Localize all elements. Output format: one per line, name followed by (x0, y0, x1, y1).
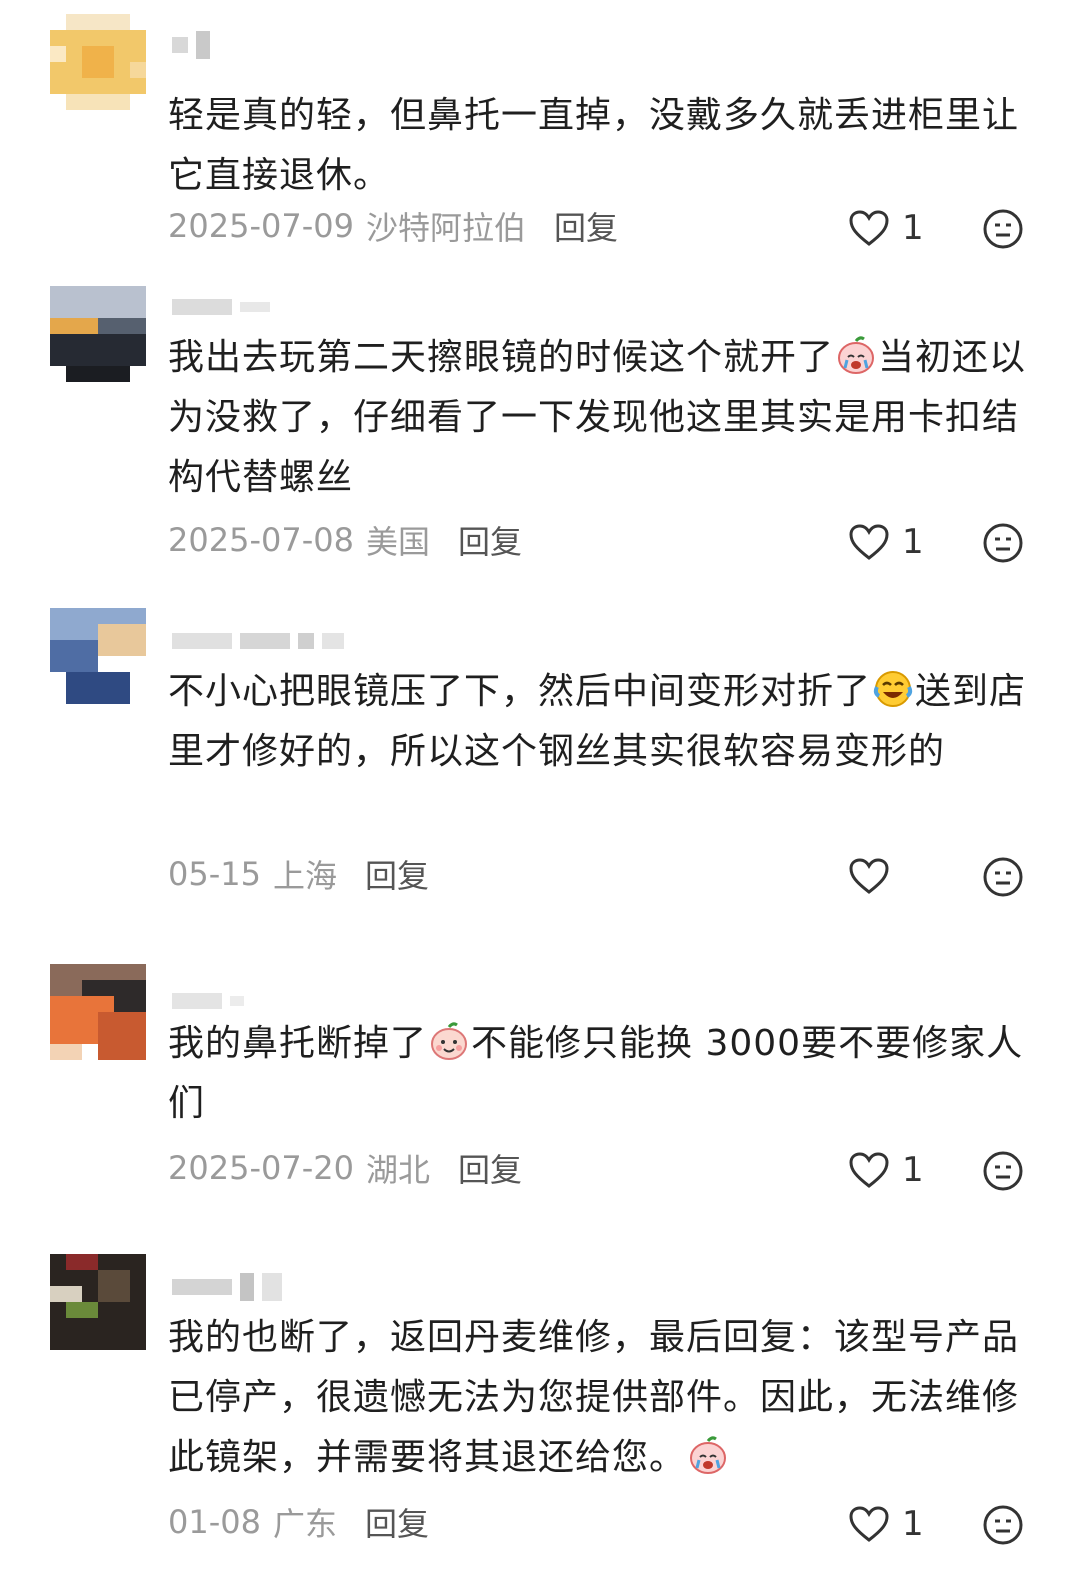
comment-text-part: 我出去玩第二天擦眼镜的时候这个就开了 (168, 337, 835, 378)
like-count: 1 (902, 1504, 924, 1544)
heart-icon (849, 1506, 889, 1542)
heart-icon (849, 524, 889, 560)
like-count: 1 (902, 522, 924, 562)
username-blurred[interactable] (172, 28, 210, 62)
crying-peach-emoji (690, 1436, 727, 1474)
comment-location: 沙特阿拉伯 (365, 209, 526, 247)
heart-icon (849, 858, 889, 894)
comment-date: 2025-07-09 (168, 207, 354, 245)
avatar[interactable] (50, 14, 146, 110)
reply-button[interactable]: 回复 (458, 1145, 522, 1191)
like-button[interactable]: 1 (848, 206, 924, 250)
comment-date: 2025-07-20 (168, 1149, 354, 1187)
heart-icon (849, 1152, 889, 1188)
comment-text-part: 我的鼻托断掉了 (168, 1023, 428, 1064)
comment-meta: 2025-07-20 湖北 回复 (168, 1146, 522, 1190)
emoji-reaction-icon[interactable] (982, 208, 1024, 250)
comment-location: 美国 (365, 523, 430, 561)
emoji-reaction-icon[interactable] (982, 1150, 1024, 1192)
smiling-peach-emoji (431, 1022, 468, 1060)
comment-date: 01-08 (168, 1503, 261, 1541)
reply-button[interactable]: 回复 (365, 1499, 429, 1545)
username-blurred[interactable] (172, 290, 270, 324)
comment-text: 轻是真的轻，但鼻托一直掉，没戴多久就丢进柜里让它直接退休。 (168, 95, 1020, 196)
comment-text: 我的鼻托断掉了 不能修只能换 3000要不要修家人们 (168, 1014, 1048, 1134)
crying-peach-emoji (838, 336, 875, 374)
heart-icon (849, 210, 889, 246)
comment-date: 2025-07-08 (168, 521, 354, 559)
comment-text-part: 我的也断了，返回丹麦维修，最后回复：该型号产品已停产，很遗憾无法为您提供部件。因… (168, 1317, 1020, 1478)
laughing-tears-emoji (873, 671, 913, 707)
emoji-reaction-icon[interactable] (982, 522, 1024, 564)
comment-meta: 2025-07-08 美国 回复 (168, 518, 522, 562)
username-blurred[interactable] (172, 984, 244, 1018)
comment-text: 我出去玩第二天擦眼镜的时候这个就开了 当初还以为没救了，仔细看了一下发现他这里其实… (168, 328, 1048, 508)
like-count: 1 (902, 208, 924, 248)
username-blurred[interactable] (172, 1270, 282, 1304)
emoji-reaction-icon[interactable] (982, 1504, 1024, 1546)
comment-location: 广东 (272, 1505, 337, 1543)
comment-meta: 01-08 广东 回复 (168, 1500, 429, 1544)
username-blurred[interactable] (172, 624, 344, 658)
comment-text-part: 不小心把眼镜压了下，然后中间变形对折了 (168, 671, 872, 712)
comment-meta: 05-15 上海 回复 (168, 852, 429, 896)
comment-text: 我的也断了，返回丹麦维修，最后回复：该型号产品已停产，很遗憾无法为您提供部件。因… (168, 1308, 1048, 1488)
like-count: 1 (902, 1150, 924, 1190)
reply-button[interactable]: 回复 (458, 517, 522, 563)
reply-button[interactable]: 回复 (554, 203, 618, 249)
avatar[interactable] (50, 608, 146, 704)
comment-date: 05-15 (168, 855, 261, 893)
comment-meta: 2025-07-09 沙特阿拉伯 回复 (168, 204, 618, 248)
like-button[interactable]: 1 (848, 1148, 924, 1192)
comment-location: 湖北 (365, 1151, 430, 1189)
avatar[interactable] (50, 1254, 146, 1350)
like-button[interactable] (848, 854, 902, 898)
comment-text: 不小心把眼镜压了下，然后中间变形对折了 送到店里才修好的，所以这个钢丝其实很软容易… (168, 662, 1048, 782)
avatar[interactable] (50, 964, 146, 1060)
like-button[interactable]: 1 (848, 1502, 924, 1546)
like-button[interactable]: 1 (848, 520, 924, 564)
avatar[interactable] (50, 286, 146, 382)
comment-location: 上海 (272, 857, 337, 895)
emoji-reaction-icon[interactable] (982, 856, 1024, 898)
reply-button[interactable]: 回复 (365, 851, 429, 897)
